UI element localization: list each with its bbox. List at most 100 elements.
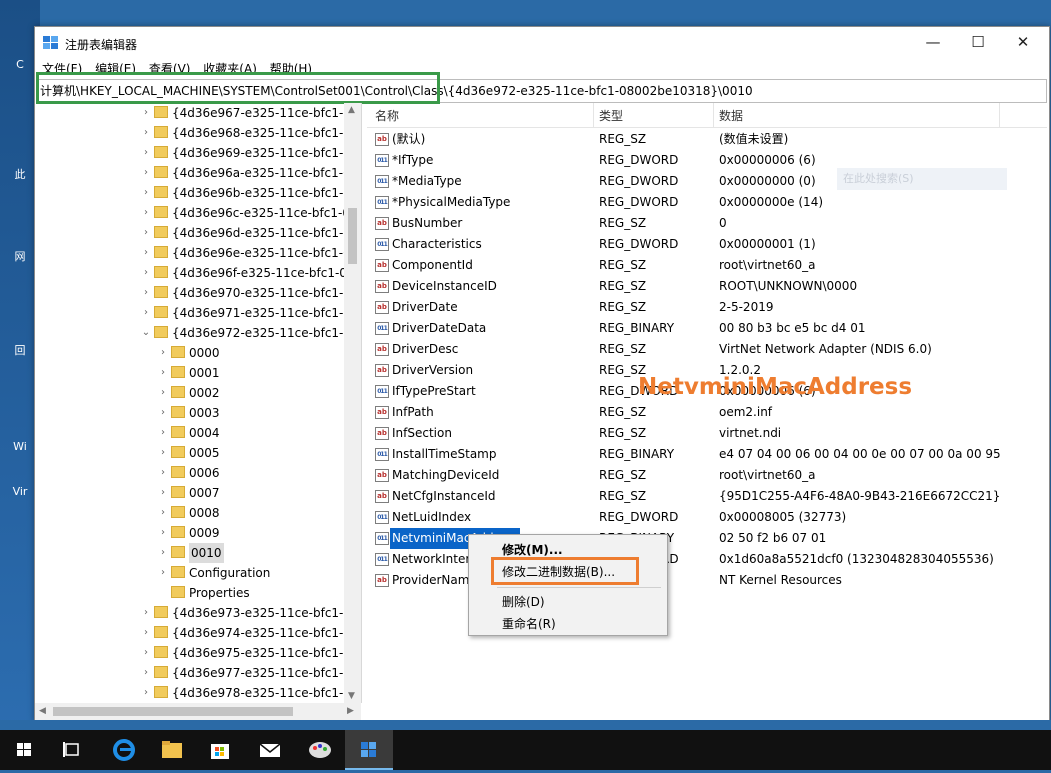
tree-node[interactable]: › {4d36e969-e325-11ce-bfc1-08 [35,143,359,163]
tree-node-label[interactable]: {4d36e96c-e325-11ce-bfc1-08 [172,203,358,223]
tree-node[interactable]: › {4d36e967-e325-11ce-bfc1-08 [35,103,359,123]
value-name[interactable]: DeviceInstanceID [392,276,497,297]
value-row[interactable]: ab (默认) REG_SZ (数值未设置) [367,129,1047,150]
tree-node-label[interactable]: 0004 [189,423,220,443]
desktop-icon-label[interactable]: 网 [2,248,38,264]
value-name[interactable]: *PhysicalMediaType [392,192,510,213]
tree-node-label[interactable]: 0009 [189,523,220,543]
expand-arrow-icon[interactable]: › [140,143,152,163]
tree-node[interactable]: › 0004 [35,423,344,443]
tree-node[interactable]: › {4d36e975-e325-11ce-bfc1-08 [35,643,359,663]
menu-modify[interactable]: 修改(M)... [502,541,563,558]
menu-edit[interactable]: 编辑(E) [95,59,136,79]
tree-hscroll-thumb[interactable] [53,707,293,716]
tree-node-label[interactable]: 0010 [189,543,224,563]
expand-arrow-icon[interactable]: › [157,383,169,403]
expand-arrow-icon[interactable]: › [157,443,169,463]
tree-horizontal-scrollbar[interactable]: ◀ ▶ [35,703,361,720]
value-name[interactable]: DriverVersion [392,360,473,381]
menu-view[interactable]: 查看(V) [149,59,191,79]
tree-node[interactable]: › {4d36e96d-e325-11ce-bfc1-08 [35,223,359,243]
value-row[interactable]: 011 Characteristics REG_DWORD 0x00000001 (1… [367,234,1047,255]
scroll-left-icon[interactable]: ◀ [39,706,46,716]
expand-arrow-icon[interactable]: › [157,523,169,543]
expand-arrow-icon[interactable]: › [157,543,169,563]
mail-button[interactable] [246,730,294,770]
tree-node-label[interactable]: 0005 [189,443,220,463]
value-name[interactable]: BusNumber [392,213,462,234]
expand-arrow-icon[interactable]: › [157,463,169,483]
expand-arrow-icon[interactable]: › [140,603,152,623]
value-row[interactable]: 011 DriverDateData REG_BINARY 00 80 b3 bc e… [367,318,1047,339]
value-name[interactable]: InfSection [392,423,452,444]
expand-arrow-icon[interactable]: › [140,163,152,183]
tree-node[interactable]: › {4d36e978-e325-11ce-bfc1-08 [35,683,359,703]
expand-arrow-icon[interactable]: › [140,203,152,223]
scroll-down-icon[interactable]: ▼ [348,691,355,701]
column-header-name[interactable]: 名称 [375,107,399,124]
tree-node[interactable]: › 0000 [35,343,344,363]
value-row[interactable]: ab DriverDesc REG_SZ VirtNet Network Adapte… [367,339,1047,360]
tree-node-label[interactable]: 0003 [189,403,220,423]
expand-arrow-icon[interactable]: › [157,363,169,383]
collapse-arrow-icon[interactable]: ⌄ [140,323,152,343]
tree-node[interactable]: › {4d36e977-e325-11ce-bfc1-08 [35,663,359,683]
tree-node[interactable]: › 0009 [35,523,344,543]
value-row[interactable]: ab ComponentId REG_SZ root\virtnet60_a [367,255,1047,276]
expand-arrow-icon[interactable]: › [140,283,152,303]
value-name[interactable]: InstallTimeStamp [392,444,496,465]
expand-arrow-icon[interactable]: › [157,563,169,583]
expand-arrow-icon[interactable]: › [157,343,169,363]
paint-button[interactable] [296,730,344,770]
tree-node[interactable]: › 0003 [35,403,344,423]
value-name[interactable]: DriverDate [392,297,458,318]
regedit-taskbar-button[interactable] [345,730,393,770]
desktop-icon-label[interactable]: 此 [2,166,38,182]
tree-vscroll-thumb[interactable] [348,208,357,264]
value-name[interactable]: NetCfgInstanceId [392,486,495,507]
expand-arrow-icon[interactable]: › [140,643,152,663]
tree-node-label[interactable]: 0007 [189,483,220,503]
scroll-right-icon[interactable]: ▶ [347,706,354,716]
tree-node[interactable]: › 0008 [35,503,344,523]
value-name[interactable]: MatchingDeviceId [392,465,499,486]
tree-node[interactable]: › {4d36e968-e325-11ce-bfc1-08 [35,123,359,143]
expand-arrow-icon[interactable]: › [157,483,169,503]
tree-node-label[interactable]: {4d36e96a-e325-11ce-bfc1-08 [172,163,358,183]
address-bar[interactable]: 计算机\HKEY_LOCAL_MACHINE\SYSTEM\ControlSet… [38,79,1047,103]
tree-node-label[interactable]: 0002 [189,383,220,403]
tree-node-label[interactable]: Configuration [189,563,270,583]
tree-node[interactable]: › {4d36e96b-e325-11ce-bfc1-08 [35,183,359,203]
menu-modify-binary[interactable]: 修改二进制数据(B)... [502,563,615,580]
tree-node-label[interactable]: 0001 [189,363,220,383]
tree-node[interactable]: › 0001 [35,363,344,383]
menu-favorites[interactable]: 收藏夹(A) [203,59,257,79]
close-button[interactable]: ✕ [1000,27,1046,59]
expand-arrow-icon[interactable]: › [140,263,152,283]
tree-node[interactable]: › {4d36e96f-e325-11ce-bfc1-08 [35,263,355,283]
column-header-data[interactable]: 数据 [719,107,743,124]
tree-node[interactable]: › {4d36e971-e325-11ce-bfc1-08 [35,303,359,323]
tree-node-label[interactable]: {4d36e96d-e325-11ce-bfc1-08 [172,223,359,243]
tree-node[interactable]: › {4d36e96a-e325-11ce-bfc1-08 [35,163,358,183]
expand-arrow-icon[interactable]: › [140,103,152,123]
tree-vertical-scrollbar[interactable]: ▲ ▼ [344,103,361,703]
value-name[interactable]: *MediaType [392,171,462,192]
value-row[interactable]: ab DeviceInstanceID REG_SZ ROOT\UNKNOWN\000… [367,276,1047,297]
expand-arrow-icon[interactable]: › [140,623,152,643]
tree-node[interactable]: › {4d36e974-e325-11ce-bfc1-08 [35,623,359,643]
tree-node[interactable]: › 0010 [35,543,344,563]
tree-node-label[interactable]: {4d36e975-e325-11ce-bfc1-08 [172,643,359,663]
value-name[interactable]: DriverDateData [392,318,486,339]
tree-node-label[interactable]: {4d36e973-e325-11ce-bfc1-08 [172,603,359,623]
tree-node-label[interactable]: {4d36e968-e325-11ce-bfc1-08 [172,123,359,143]
value-row[interactable]: 011 *IfType REG_DWORD 0x00000006 (6) [367,150,1047,171]
store-button[interactable] [196,730,244,770]
expand-arrow-icon[interactable]: › [140,223,152,243]
expand-arrow-icon[interactable]: › [157,423,169,443]
tree-node-label[interactable]: {4d36e977-e325-11ce-bfc1-08 [172,663,359,683]
desktop-icon-label[interactable]: Wi [2,440,38,453]
desktop-icon-label[interactable]: 回 [2,342,38,358]
value-row[interactable]: 011 NetLuidIndex REG_DWORD 0x00008005 (3277… [367,507,1047,528]
value-name[interactable]: InfPath [392,402,434,423]
